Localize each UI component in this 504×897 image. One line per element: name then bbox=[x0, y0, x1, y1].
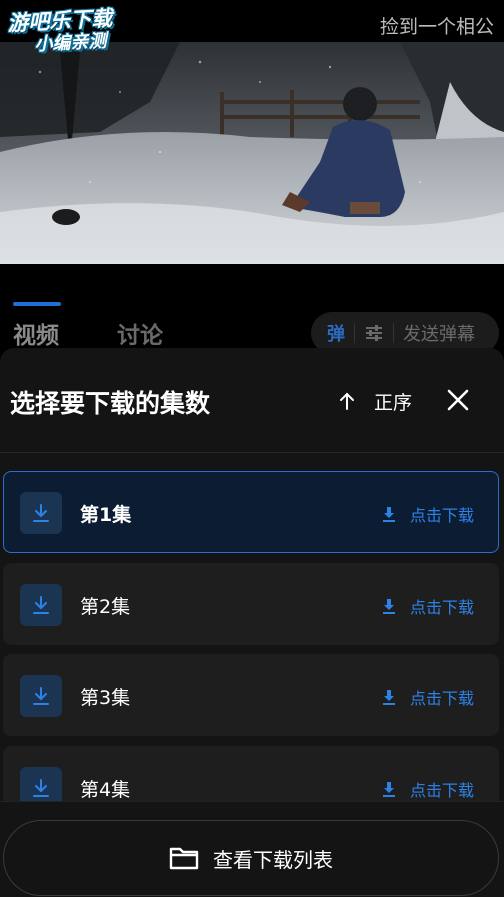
download-sheet: 选择要下载的集数 正序 第1集 点击下载 第2集 点击下载 第3集 点击下载 第… bbox=[0, 348, 504, 897]
download-action-label: 点击下载 bbox=[409, 689, 474, 708]
download-action-label: 点击下载 bbox=[409, 598, 474, 617]
episode-download-icon-box bbox=[20, 492, 62, 534]
folder-icon bbox=[169, 847, 199, 870]
episode-download-icon-box bbox=[20, 675, 62, 717]
download-icon bbox=[33, 596, 49, 614]
marquee-text: 捡到一个相公 bbox=[380, 16, 495, 38]
episode-item[interactable]: 第1集 点击下载 bbox=[3, 471, 499, 553]
episode-item[interactable]: 第3集 点击下载 bbox=[3, 654, 499, 736]
danmaku-toggle[interactable]: 弹 bbox=[327, 320, 345, 346]
video-player[interactable] bbox=[0, 42, 504, 264]
download-icon bbox=[382, 690, 395, 705]
logo-line-2: 小编亲测 bbox=[33, 30, 107, 56]
divider bbox=[393, 323, 394, 343]
episode-download-icon-box bbox=[20, 767, 62, 801]
episode-item[interactable]: 第2集 点击下载 bbox=[3, 563, 499, 645]
download-icon bbox=[33, 504, 49, 522]
divider bbox=[354, 323, 355, 343]
active-tab-indicator bbox=[13, 302, 61, 306]
tab-video[interactable]: 视频 bbox=[13, 316, 59, 350]
episode-label: 第1集 bbox=[80, 504, 132, 526]
view-download-list-label: 查看下载列表 bbox=[213, 847, 333, 872]
sheet-title: 选择要下载的集数 bbox=[10, 389, 211, 418]
sort-order-button[interactable]: 正序 bbox=[336, 388, 412, 414]
download-action-label: 点击下载 bbox=[409, 781, 474, 800]
episode-label: 第2集 bbox=[80, 596, 131, 618]
sort-order-label: 正序 bbox=[374, 391, 413, 414]
site-logo: 游吧乐下载 小编亲测 bbox=[7, 4, 150, 63]
episode-download-action[interactable]: 点击下载 bbox=[382, 777, 474, 801]
download-action-label: 点击下载 bbox=[409, 506, 474, 525]
arrow-up-icon bbox=[340, 392, 354, 410]
download-icon bbox=[382, 599, 395, 614]
tab-discuss[interactable]: 讨论 bbox=[117, 316, 163, 350]
episode-download-action[interactable]: 点击下载 bbox=[382, 594, 474, 618]
send-danmaku-input[interactable]: 发送弹幕 bbox=[403, 320, 475, 346]
content-tabs: 视频 讨论 弹 发送弹幕 bbox=[0, 264, 504, 354]
episode-download-action[interactable]: 点击下载 bbox=[382, 502, 474, 526]
sheet-footer: 查看下载列表 bbox=[0, 801, 504, 897]
danmaku-settings-icon[interactable] bbox=[364, 323, 384, 343]
episode-download-icon-box bbox=[20, 584, 62, 626]
episode-label: 第4集 bbox=[80, 779, 131, 801]
download-icon bbox=[382, 782, 395, 797]
download-icon bbox=[382, 507, 395, 522]
sheet-header: 选择要下载的集数 正序 bbox=[0, 348, 504, 453]
close-icon[interactable] bbox=[444, 386, 472, 414]
download-icon bbox=[33, 779, 49, 797]
video-frame-image bbox=[0, 42, 504, 264]
episode-list[interactable]: 第1集 点击下载 第2集 点击下载 第3集 点击下载 第4集 点击下载 bbox=[0, 453, 504, 801]
episode-item[interactable]: 第4集 点击下载 bbox=[3, 746, 499, 801]
download-icon bbox=[33, 687, 49, 705]
episode-download-action[interactable]: 点击下载 bbox=[382, 685, 474, 709]
view-download-list-button[interactable]: 查看下载列表 bbox=[3, 820, 499, 896]
episode-label: 第3集 bbox=[80, 687, 131, 709]
